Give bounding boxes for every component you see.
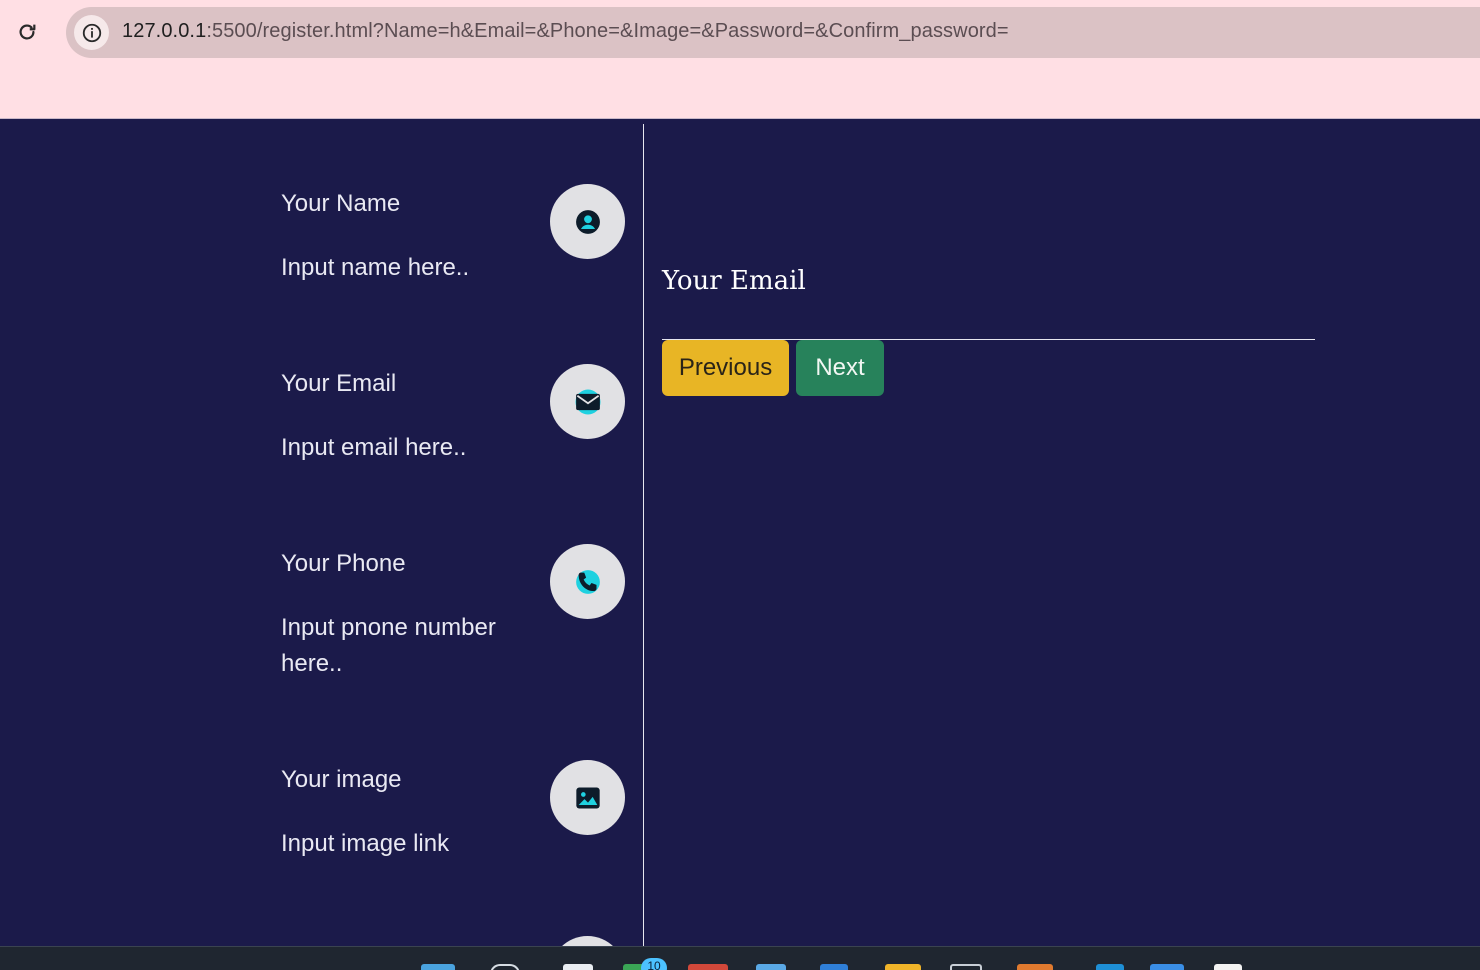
step-title: Your Phone (281, 550, 406, 577)
user-circle-icon (550, 184, 625, 259)
image-icon (550, 760, 625, 835)
url-host: 127.0.0.1 (122, 20, 207, 42)
email-field-label: Your Email (662, 266, 806, 296)
edge-icon[interactable] (820, 964, 848, 970)
taskbar: 10 (0, 946, 1480, 970)
next-button[interactable]: Next (796, 340, 884, 396)
step-description: Input image link (281, 830, 450, 857)
start-icon[interactable] (421, 964, 455, 970)
calendar-icon[interactable] (1214, 964, 1242, 970)
register-page: Your Name Input name here.. Your Email I… (0, 120, 1480, 970)
folder-icon[interactable] (885, 964, 921, 970)
envelope-icon (550, 364, 625, 439)
step-title: Your Email (281, 370, 397, 397)
notification-badge: 10 (641, 958, 667, 970)
phone-icon (550, 544, 625, 619)
shield-icon[interactable] (950, 964, 982, 970)
email-field[interactable] (662, 300, 1315, 340)
step-title: Your image (281, 766, 402, 793)
step-description: Input name here.. (281, 254, 470, 281)
url-text[interactable]: 127.0.0.1:5500/register.html?Name=h&Emai… (122, 20, 1009, 43)
step-description: Input pnone number here.. (281, 614, 496, 677)
vscode-icon[interactable] (1096, 964, 1124, 970)
browser-toolbar: 127.0.0.1:5500/register.html?Name=h&Emai… (0, 0, 1480, 119)
notepad-icon[interactable] (756, 964, 786, 970)
app-icon[interactable] (688, 964, 728, 970)
step-description: Input email here.. (281, 434, 467, 461)
task-view-icon[interactable] (563, 964, 593, 970)
app-icon[interactable] (1017, 964, 1053, 970)
url-path: :5500/register.html?Name=h&Email=&Phone=… (206, 20, 1009, 42)
vertical-divider (643, 124, 644, 954)
step-title: Your Name (281, 190, 401, 217)
search-icon[interactable] (490, 964, 520, 970)
reload-icon[interactable] (14, 19, 40, 45)
previous-button[interactable]: Previous (662, 340, 789, 396)
site-info-icon[interactable] (74, 15, 109, 50)
address-bar[interactable]: 127.0.0.1:5500/register.html?Name=h&Emai… (66, 7, 1480, 58)
mail-icon[interactable] (1150, 964, 1184, 970)
